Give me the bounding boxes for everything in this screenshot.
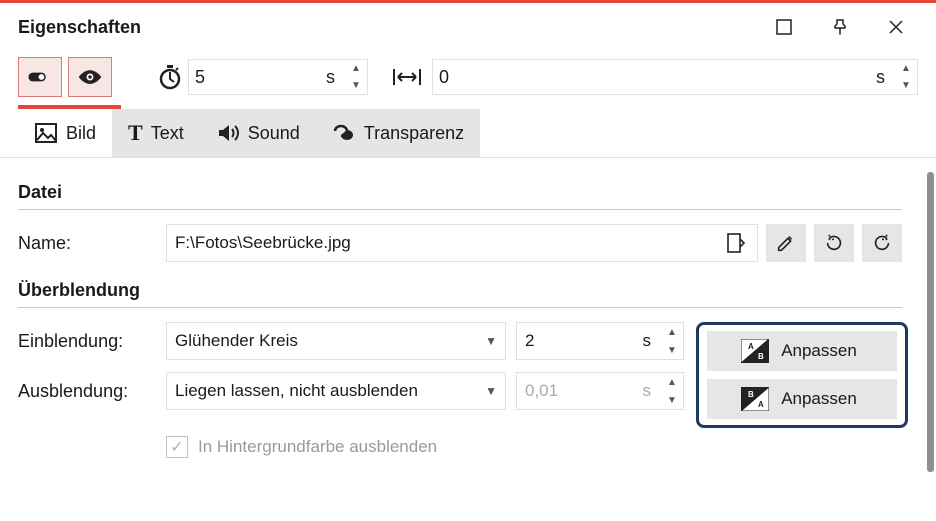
transparency-icon [332, 121, 356, 145]
svg-text:A: A [758, 400, 764, 409]
rotate-cw-button[interactable] [862, 224, 902, 262]
section-datei: Datei [18, 176, 902, 210]
tab-bar: Bild T Text Sound Transparenz [0, 109, 936, 158]
transition-out-icon: BA [741, 387, 769, 411]
tab-bild[interactable]: Bild [18, 109, 112, 157]
text-icon: T [128, 120, 143, 146]
einblendung-duration-input[interactable]: 2 s ▲▼ [516, 322, 684, 360]
einblendung-anpassen-button[interactable]: AB Anpassen [707, 331, 897, 371]
browse-icon[interactable] [723, 232, 749, 254]
svg-text:B: B [758, 352, 764, 361]
scrollbar[interactable] [927, 172, 934, 472]
einblendung-label: Einblendung: [18, 331, 166, 352]
horizontal-arrows-icon [392, 65, 422, 89]
rotate-ccw-button[interactable] [814, 224, 854, 262]
chevron-down-icon: ▼ [485, 384, 497, 398]
tab-transparenz[interactable]: Transparenz [316, 109, 480, 157]
ausblendung-label: Ausblendung: [18, 381, 166, 402]
duration-down[interactable]: ▼ [345, 77, 367, 94]
transition-in-icon: AB [741, 339, 769, 363]
window-title: Eigenschaften [18, 17, 141, 38]
anpassen-highlight: AB Anpassen BA Anpassen [696, 322, 908, 428]
ausblendung-duration-input: 0,01 s ▲▼ [516, 372, 684, 410]
svg-text:A: A [748, 342, 754, 351]
spacing-down[interactable]: ▼ [895, 77, 917, 94]
svg-text:B: B [748, 390, 754, 399]
titlebar: Eigenschaften [0, 3, 936, 51]
toolbar: 5 s ▲▼ 0 s ▲▼ [0, 51, 936, 97]
einblendung-dropdown[interactable]: Glühender Kreis ▼ [166, 322, 506, 360]
tab-sound[interactable]: Sound [200, 109, 316, 157]
tab-text[interactable]: T Text [112, 109, 200, 157]
bg-fade-label: In Hintergrundfarbe ausblenden [198, 437, 437, 457]
image-icon [34, 121, 58, 145]
ausblendung-anpassen-button[interactable]: BA Anpassen [707, 379, 897, 419]
bg-fade-checkbox: ✓ [166, 436, 188, 458]
spacing-up[interactable]: ▲ [895, 60, 917, 77]
maximize-button[interactable] [762, 5, 806, 49]
toggle-switch-button[interactable] [18, 57, 62, 97]
ausblendung-dropdown[interactable]: Liegen lassen, nicht ausblenden ▼ [166, 372, 506, 410]
stopwatch-icon [152, 63, 188, 91]
chevron-down-icon: ▼ [485, 334, 497, 348]
name-label: Name: [18, 233, 166, 254]
pin-button[interactable] [818, 5, 862, 49]
spacing-input[interactable]: 0 s ▲▼ [432, 59, 918, 95]
close-button[interactable] [874, 5, 918, 49]
edit-button[interactable] [766, 224, 806, 262]
duration-input[interactable]: 5 s ▲▼ [188, 59, 368, 95]
file-path-input[interactable]: F:\Fotos\Seebrücke.jpg [166, 224, 758, 262]
duration-up[interactable]: ▲ [345, 60, 367, 77]
section-ueberblendung: Überblendung [18, 274, 902, 308]
visibility-eye-button[interactable] [68, 57, 112, 97]
sound-icon [216, 121, 240, 145]
